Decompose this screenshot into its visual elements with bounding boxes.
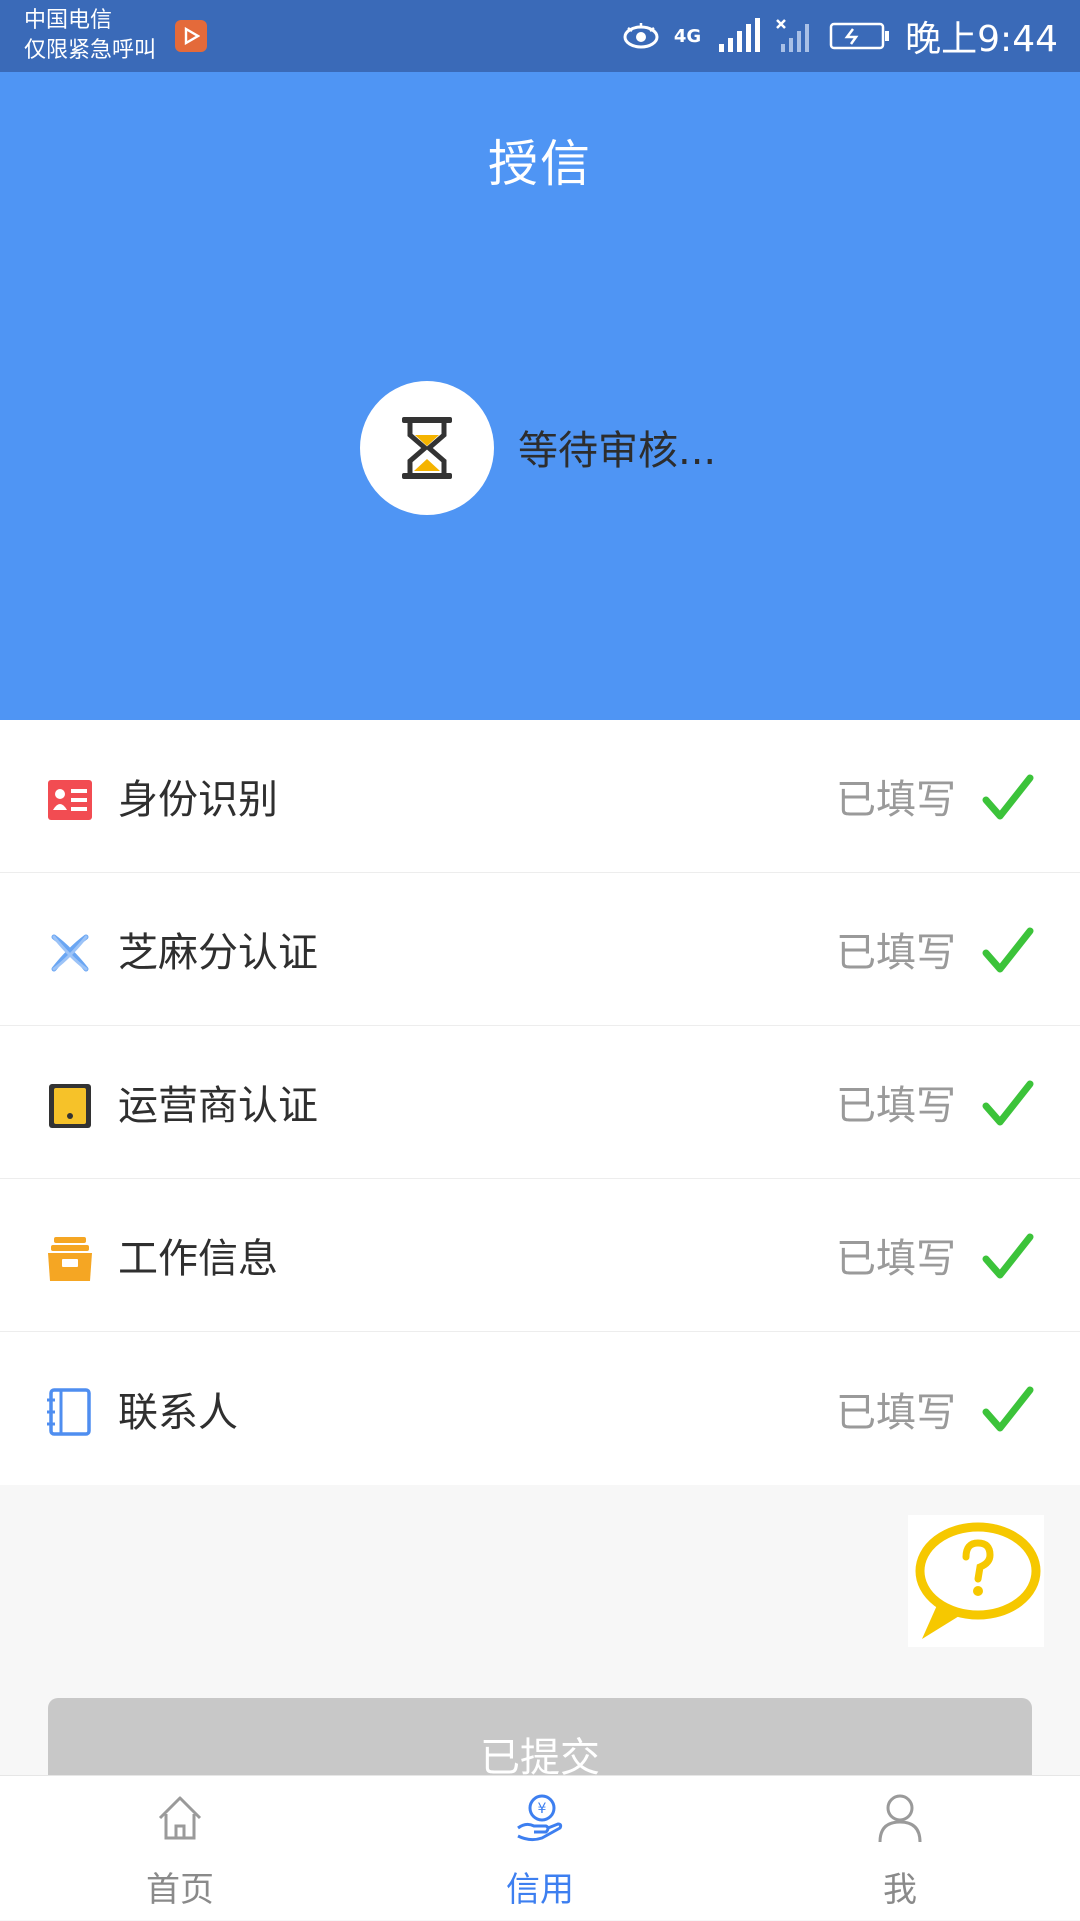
question-bubble-icon	[915, 1522, 1041, 1639]
list-item-status: 已填写	[836, 1083, 956, 1129]
status-icons: 4G 晚上9:44	[622, 0, 1058, 72]
sesame-credit-icon	[51, 934, 89, 972]
list-item-contacts[interactable]: 联系人 已填写	[0, 1332, 1080, 1485]
address-book-icon	[47, 1388, 91, 1436]
checkmark-icon	[982, 1386, 1034, 1432]
credit-hand-icon: ¥	[517, 1794, 563, 1842]
list-item-carrier[interactable]: 运营商认证 已填写	[0, 1026, 1080, 1179]
eye-icon	[623, 23, 659, 49]
carrier-info: 中国电信 仅限紧急呼叫	[24, 6, 156, 66]
tab-label: 首页	[146, 1870, 214, 1910]
home-icon	[158, 1796, 202, 1840]
list-item-status: 已填写	[836, 1236, 956, 1282]
list-item-label: 联系人	[118, 1389, 238, 1436]
list-item-label: 身份识别	[118, 777, 278, 823]
signal-icon	[719, 18, 761, 52]
list-item-label: 工作信息	[118, 1236, 278, 1282]
tab-me[interactable]: 我	[800, 1776, 1000, 1921]
list-item-sesame[interactable]: 芝麻分认证 已填写	[0, 873, 1080, 1026]
list-item-status: 已填写	[836, 930, 956, 976]
checkmark-icon	[982, 1080, 1034, 1126]
tab-home[interactable]: 首页	[80, 1776, 280, 1921]
hourglass-icon	[402, 417, 452, 479]
list-item-label: 芝麻分认证	[118, 930, 318, 976]
checkmark-icon	[982, 1233, 1034, 1279]
mobile-phone-icon	[49, 1084, 91, 1128]
carrier-name: 中国电信	[24, 8, 113, 33]
status-bar: 中国电信 仅限紧急呼叫 4G 晚上9:44	[0, 0, 1080, 72]
battery-charging-icon	[829, 22, 890, 50]
list-item-work[interactable]: 工作信息 已填写	[0, 1179, 1080, 1332]
id-card-icon	[48, 780, 92, 820]
list-item-status: 已填写	[836, 1389, 956, 1436]
list-item-identity[interactable]: 身份识别 已填写	[0, 720, 1080, 873]
video-app-icon	[175, 20, 207, 52]
review-status-badge	[360, 381, 494, 515]
list-item-label: 运营商认证	[118, 1083, 318, 1129]
page-title: 授信	[488, 135, 592, 193]
tab-label: 我	[883, 1870, 917, 1910]
review-status-text: 等待审核...	[518, 428, 717, 474]
header: 授信 等待审核...	[0, 72, 1080, 720]
network-type: 4G	[673, 25, 702, 47]
help-button[interactable]	[908, 1515, 1044, 1647]
verification-list: 身份识别 已填写 芝麻分认证 已填写 运营商认证 已填写 工作信息 已填写 联系…	[0, 720, 1080, 1485]
checkmark-icon	[982, 774, 1034, 820]
user-icon	[878, 1794, 922, 1843]
list-item-status: 已填写	[836, 777, 956, 823]
work-box-icon	[48, 1237, 92, 1281]
tab-label: 信用	[506, 1870, 574, 1910]
bottom-tab-bar: 首页 ¥ 信用 我	[0, 1775, 1080, 1920]
tab-credit[interactable]: ¥ 信用	[440, 1776, 640, 1921]
no-signal-icon	[776, 19, 810, 52]
clock: 晚上9:44	[905, 19, 1058, 60]
checkmark-icon	[982, 927, 1034, 973]
svg-text:¥: ¥	[538, 1801, 547, 1817]
emergency-only: 仅限紧急呼叫	[24, 38, 157, 63]
